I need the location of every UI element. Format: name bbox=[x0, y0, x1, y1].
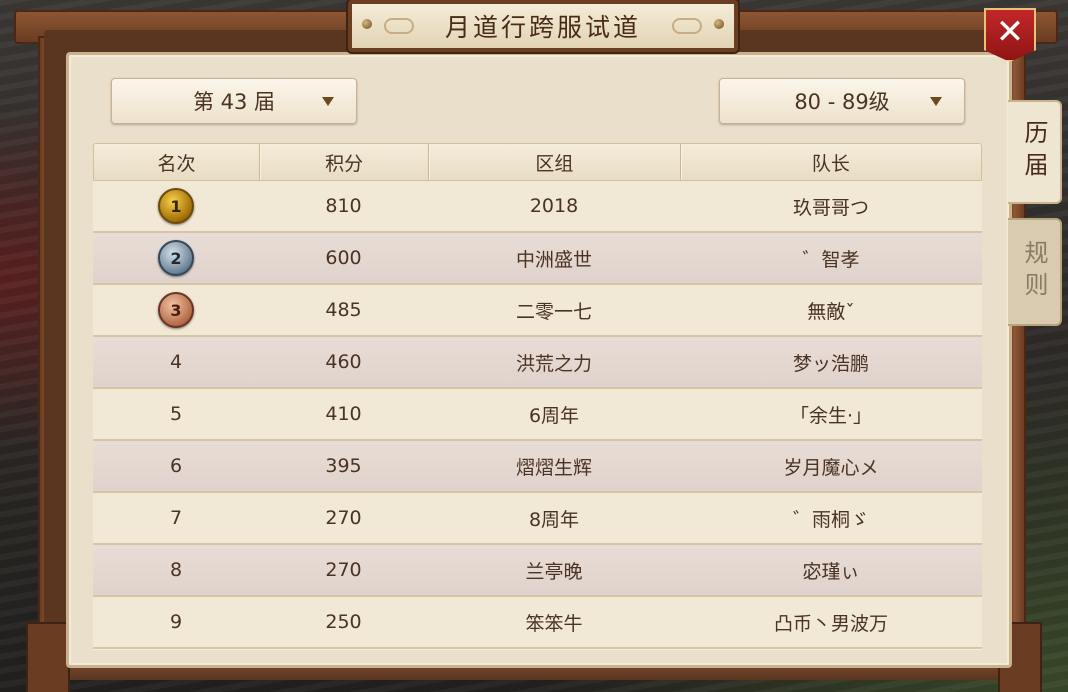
tab-history[interactable]: 历届 bbox=[1008, 100, 1062, 204]
captain-cell: 玖哥哥つ bbox=[792, 196, 869, 219]
tab-rules[interactable]: 规则 bbox=[1008, 218, 1062, 326]
group-cell: 8周年 bbox=[528, 508, 580, 531]
score-cell: 250 bbox=[325, 611, 362, 633]
captain-cell: ゛雨桐ゞ bbox=[792, 508, 869, 531]
silver-medal-icon: 2 bbox=[158, 240, 194, 276]
rank-number: 1 bbox=[170, 196, 182, 216]
level-dropdown[interactable]: 80 - 89级 bbox=[719, 78, 965, 124]
captain-cell: 無敵ˇ bbox=[807, 300, 855, 323]
tab-rules-label: 规则 bbox=[1020, 240, 1048, 304]
rank-cell: 4 bbox=[169, 351, 183, 373]
table-row[interactable]: 7 270 8周年 ゛雨桐ゞ bbox=[93, 493, 982, 545]
stud-icon bbox=[362, 19, 372, 29]
gold-medal-icon: 1 bbox=[158, 188, 194, 224]
table-row[interactable]: 5 410 6周年 「余生·」 bbox=[93, 389, 982, 441]
session-dropdown-value: 第 43 届 bbox=[192, 90, 276, 114]
header-captain: 队长 bbox=[811, 152, 850, 175]
stud-icon bbox=[714, 19, 724, 29]
window-title: 月道行跨服试道 bbox=[444, 13, 641, 42]
cloud-ornament-icon bbox=[672, 18, 702, 34]
table-row[interactable]: 3 485 二零一七 無敵ˇ bbox=[93, 285, 982, 337]
rank-cell: 2 bbox=[93, 233, 259, 283]
group-cell: 洪荒之力 bbox=[515, 352, 592, 375]
captain-cell: 岁月魔心メ bbox=[783, 456, 879, 479]
captain-cell: 梦ッ浩鹏 bbox=[792, 352, 869, 375]
rank-cell: 6 bbox=[169, 455, 183, 477]
header-rank: 名次 bbox=[94, 144, 261, 180]
score-cell: 810 bbox=[325, 195, 362, 217]
table-row[interactable]: 1 810 2018 玖哥哥つ bbox=[93, 181, 982, 233]
chevron-down-icon bbox=[322, 97, 334, 106]
captain-cell: 宓瑾ぃ bbox=[802, 560, 860, 583]
table-body: 1 810 2018 玖哥哥つ 2 600 中洲盛世 ゛智孝 3 485 二零一七 無敵ˇ 4 460 洪荒… bbox=[93, 181, 982, 649]
chevron-down-icon bbox=[930, 97, 942, 106]
score-cell: 270 bbox=[325, 559, 362, 581]
group-cell: 笨笨牛 bbox=[525, 612, 583, 635]
score-cell: 600 bbox=[325, 247, 362, 269]
header-score: 积分 bbox=[260, 144, 430, 180]
score-cell: 270 bbox=[325, 507, 362, 529]
left-foot bbox=[26, 622, 70, 692]
group-cell: 兰亭晚 bbox=[525, 560, 583, 583]
table-row[interactable]: 8 270 兰亭晚 宓瑾ぃ bbox=[93, 545, 982, 597]
table-row[interactable]: 4 460 洪荒之力 梦ッ浩鹏 bbox=[93, 337, 982, 389]
rank-cell: 3 bbox=[93, 285, 259, 335]
table-row[interactable]: 2 600 中洲盛世 ゛智孝 bbox=[93, 233, 982, 285]
rank-number: 2 bbox=[170, 248, 182, 268]
table-header: 名次 积分 区组 队长 bbox=[93, 143, 982, 181]
table-row[interactable]: 9 250 笨笨牛 凸币丶男波万 bbox=[93, 597, 982, 649]
bronze-medal-icon: 3 bbox=[158, 292, 194, 328]
title-plaque: 月道行跨服试道 bbox=[348, 0, 738, 52]
score-cell: 460 bbox=[325, 351, 362, 373]
table-row[interactable]: 6 395 熠熠生辉 岁月魔心メ bbox=[93, 441, 982, 493]
group-cell: 6周年 bbox=[528, 404, 580, 427]
rank-cell: 8 bbox=[169, 559, 183, 581]
ranking-table: 名次 积分 区组 队长 1 810 2018 玖哥哥つ 2 600 中洲盛世 ゛智孝 3 485 二… bbox=[93, 143, 982, 649]
captain-cell: ゛智孝 bbox=[802, 248, 860, 271]
captain-cell: 「余生·」 bbox=[789, 404, 873, 427]
level-dropdown-value: 80 - 89级 bbox=[794, 90, 890, 114]
header-group: 区组 bbox=[429, 144, 681, 180]
captain-cell: 凸币丶男波万 bbox=[773, 612, 888, 635]
group-cell: 二零一七 bbox=[515, 300, 592, 323]
rank-cell: 5 bbox=[169, 403, 183, 425]
session-dropdown[interactable]: 第 43 届 bbox=[111, 78, 357, 124]
rank-cell: 7 bbox=[169, 507, 183, 529]
group-cell: 2018 bbox=[529, 195, 579, 217]
group-cell: 熠熠生辉 bbox=[515, 456, 592, 479]
rank-cell: 9 bbox=[169, 611, 183, 633]
tab-history-label: 历届 bbox=[1020, 120, 1048, 184]
group-cell: 中洲盛世 bbox=[515, 248, 592, 271]
close-icon: ✕ bbox=[995, 12, 1025, 52]
score-cell: 410 bbox=[325, 403, 362, 425]
score-cell: 395 bbox=[325, 455, 362, 477]
rank-cell: 1 bbox=[93, 181, 259, 231]
cloud-ornament-icon bbox=[384, 18, 414, 34]
score-cell: 485 bbox=[325, 299, 362, 321]
rank-number: 3 bbox=[170, 300, 182, 320]
